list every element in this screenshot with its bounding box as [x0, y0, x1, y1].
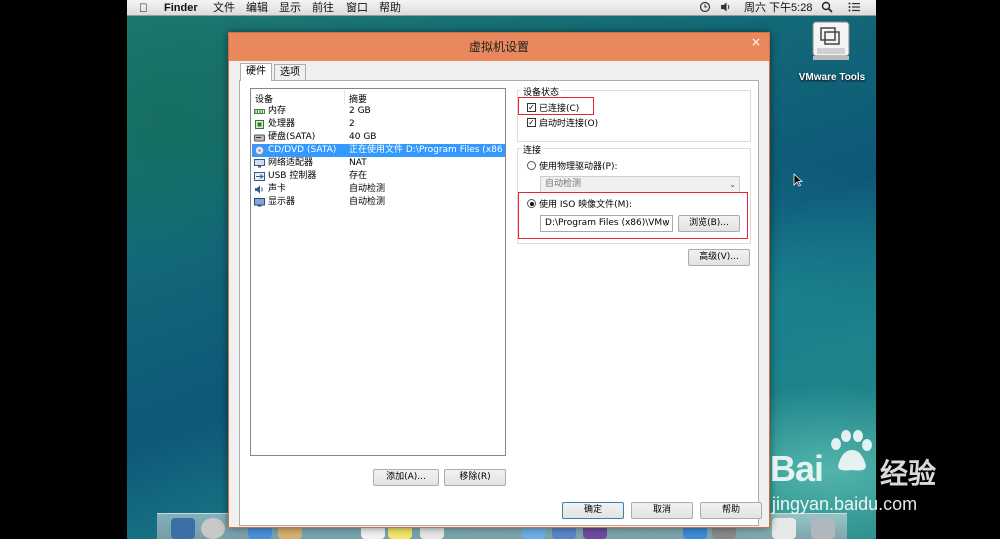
device-summary: 自动检测	[349, 197, 386, 207]
menu-view[interactable]: 显示	[279, 1, 301, 15]
cancel-button[interactable]: 取消	[631, 502, 693, 519]
device-summary: 存在	[349, 171, 368, 181]
device-summary: 正在使用文件 D:\Program Files (x86...	[349, 145, 503, 155]
memory-icon	[254, 107, 265, 116]
column-header-summary[interactable]: 摘要	[349, 92, 367, 105]
baidu-paw-logo-icon	[826, 430, 874, 478]
physical-drive-select[interactable]: 自动检测 ⌄	[540, 176, 740, 193]
device-name: CD/DVD (SATA)	[268, 145, 337, 155]
device-summary: 自动检测	[349, 184, 386, 194]
device-summary: NAT	[349, 158, 367, 168]
device-name: USB 控制器	[268, 171, 317, 181]
device-name: 显示器	[268, 197, 296, 207]
tab-hardware[interactable]: 硬件	[240, 63, 272, 81]
physical-drive-value: 自动检测	[545, 179, 582, 189]
sound-icon	[254, 185, 265, 194]
menu-window[interactable]: 窗口	[346, 1, 368, 15]
device-row-processor[interactable]: 处理器 2	[252, 118, 505, 131]
notification-center-icon[interactable]	[848, 1, 860, 17]
hardware-panel: 设备 摘要 内存 2 GB 处理器 2 硬盘(SATA) 40 GB CD/DV…	[239, 80, 759, 526]
vmware-tools-disc-icon[interactable]	[809, 20, 853, 66]
watermark-brand-cn: 经验	[880, 457, 937, 490]
vmware-tools-label: VMware Tools	[798, 72, 866, 83]
network-icon	[254, 159, 265, 168]
dock-finder-icon[interactable]	[171, 518, 195, 539]
column-divider	[344, 90, 345, 104]
menu-edit[interactable]: 编辑	[246, 1, 268, 15]
ok-button[interactable]: 确定	[562, 502, 624, 519]
device-summary: 2 GB	[349, 106, 371, 116]
physical-drive-radio[interactable]	[527, 161, 536, 170]
chevron-down-icon: ⌄	[729, 180, 736, 189]
cd-dvd-icon	[254, 145, 265, 156]
connection-label: 连接	[521, 143, 544, 156]
device-name: 处理器	[268, 119, 296, 129]
spotlight-icon[interactable]	[821, 1, 833, 17]
device-name: 内存	[268, 106, 287, 116]
device-name: 声卡	[268, 184, 287, 194]
close-button[interactable]: ×	[743, 34, 769, 51]
watermark-brand: Bai	[770, 448, 824, 489]
device-summary: 2	[349, 119, 355, 129]
highlight-box-connected	[518, 97, 594, 115]
device-row-usb[interactable]: USB 控制器 存在	[252, 170, 505, 183]
device-row-harddisk[interactable]: 硬盘(SATA) 40 GB	[252, 131, 505, 144]
device-name: 硬盘(SATA)	[268, 132, 316, 142]
highlight-box-iso	[518, 192, 748, 239]
display-icon	[254, 198, 265, 207]
dock-trash-icon[interactable]	[811, 518, 835, 539]
device-row-network[interactable]: 网络适配器 NAT	[252, 157, 505, 170]
connect-at-power-on-checkbox[interactable]: ✓	[527, 118, 536, 127]
menubar-clock[interactable]: 周六 下午5:28	[744, 1, 812, 15]
menu-file[interactable]: 文件	[213, 1, 235, 15]
time-machine-icon[interactable]	[699, 1, 711, 17]
device-row-memory[interactable]: 内存 2 GB	[252, 105, 505, 118]
physical-drive-label[interactable]: 使用物理驱动器(P):	[539, 159, 617, 172]
dock-launchpad-icon[interactable]	[201, 518, 225, 539]
add-button[interactable]: 添加(A)...	[373, 469, 439, 486]
device-row-sound[interactable]: 声卡 自动检测	[252, 183, 505, 196]
device-row-display[interactable]: 显示器 自动检测	[252, 196, 505, 209]
vm-settings-dialog: 虚拟机设置 × 硬件 选项 设备 摘要 内存 2 GB 处理器 2 硬盘(SAT…	[228, 32, 770, 528]
device-name: 网络适配器	[268, 158, 314, 168]
device-list[interactable]: 设备 摘要 内存 2 GB 处理器 2 硬盘(SATA) 40 GB CD/DV…	[250, 88, 506, 456]
watermark-url: jingyan.baidu.com	[772, 494, 918, 514]
processor-icon	[254, 120, 265, 129]
menu-bar:  Finder 文件 编辑 显示 前往 窗口 帮助 周六 下午5:28	[127, 0, 876, 16]
screen:  Finder 文件 编辑 显示 前往 窗口 帮助 周六 下午5:28	[0, 0, 1000, 539]
dock-document-icon[interactable]	[772, 518, 796, 539]
tab-options[interactable]: 选项	[274, 64, 306, 80]
remove-button[interactable]: 移除(R)	[444, 469, 506, 486]
help-button[interactable]: 帮助	[700, 502, 762, 519]
mouse-cursor-icon	[793, 172, 804, 191]
volume-icon[interactable]	[720, 1, 732, 17]
device-summary: 40 GB	[349, 132, 377, 142]
dialog-title: 虚拟机设置	[468, 40, 529, 54]
connect-at-power-on-label[interactable]: 启动时连接(O)	[539, 116, 598, 129]
advanced-button[interactable]: 高级(V)...	[688, 249, 750, 266]
device-row-cd-dvd[interactable]: CD/DVD (SATA) 正在使用文件 D:\Program Files (x…	[252, 144, 505, 157]
menu-finder[interactable]: Finder	[164, 1, 198, 15]
usb-icon	[254, 172, 265, 181]
apple-icon[interactable]: 	[139, 1, 148, 15]
dialog-titlebar[interactable]: 虚拟机设置 ×	[229, 33, 769, 61]
dialog-client: 硬件 选项 设备 摘要 内存 2 GB 处理器 2 硬盘(SATA) 40 GB…	[235, 61, 763, 526]
menu-go[interactable]: 前往	[312, 1, 334, 15]
harddisk-icon	[254, 133, 265, 142]
column-header-device[interactable]: 设备	[255, 92, 273, 105]
menu-help[interactable]: 帮助	[379, 1, 401, 15]
